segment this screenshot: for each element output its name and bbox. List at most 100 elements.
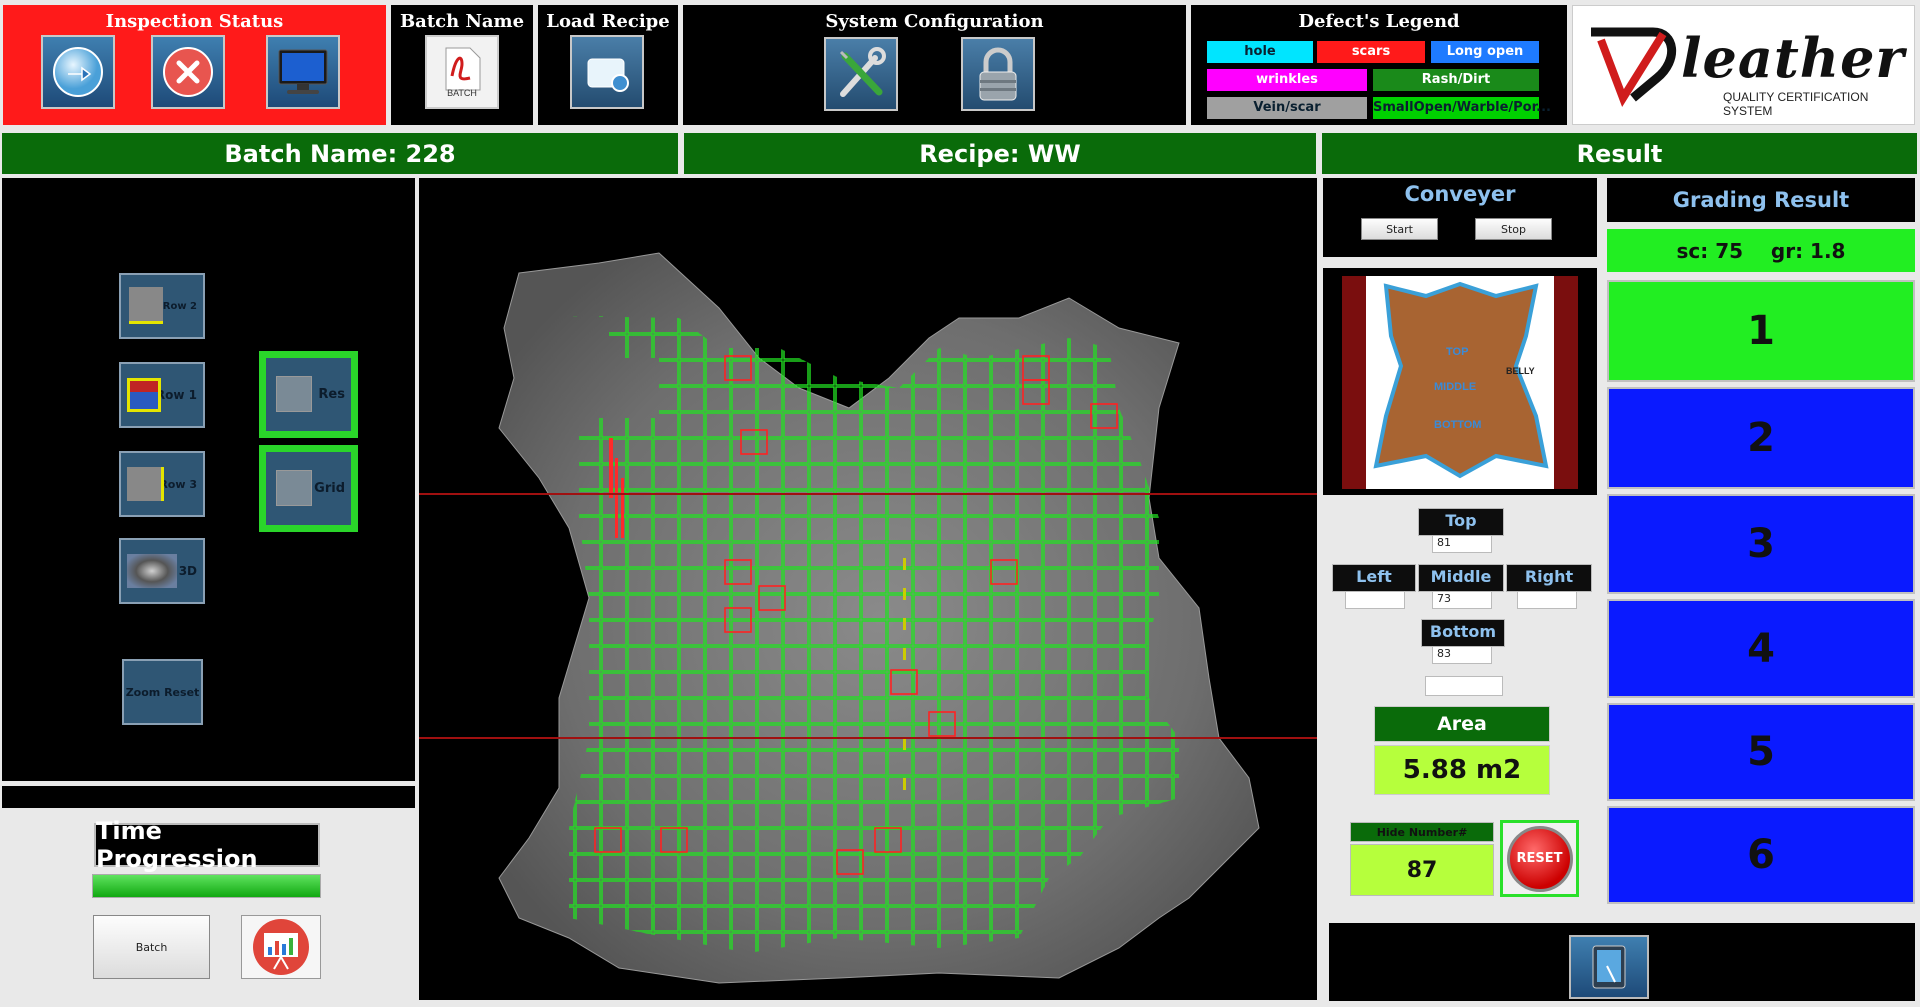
hide-scan-image [419,252,1317,984]
logo-tagline: QUALITY CERTIFICATION SYSTEM [1723,90,1869,118]
batch-name-title: Batch Name [399,11,525,32]
result-header: Result [1322,133,1917,174]
zone-middle-title: Middle [1418,564,1504,592]
report-button[interactable] [241,915,321,979]
res-label: Res [318,387,345,402]
bottom-action-strip [1329,923,1915,1001]
hide-image-viewer[interactable] [419,178,1317,1000]
pdf-icon [445,47,481,91]
view-controls-panel: Row 2 Row 1 Row 3 3D Zoom Reset Res Grid [2,178,415,781]
zone-left-value[interactable] [1345,591,1405,609]
score-grade-readout: sc: 75 gr: 1.8 [1607,229,1915,272]
grid-thumb [276,470,312,506]
start-inspection-button[interactable] [41,35,115,109]
reset-label: RESET [1516,851,1563,866]
reset-button[interactable]: RESET [1500,820,1579,897]
conveyer-stop-button[interactable]: Stop [1475,218,1552,240]
logo-wordmark: leather [1681,26,1905,90]
hide-number-value: 87 [1350,844,1494,896]
3d-view-button[interactable]: 3D [119,538,205,604]
grade-box-4[interactable]: 4 [1607,599,1915,698]
legend-chip-6: Vein/scar [1207,97,1367,119]
row3-button[interactable]: Row 3 [119,451,205,517]
grid-label: Grid [314,481,345,496]
row1-label: Row 1 [155,388,197,402]
batch-name-header: Batch Name: 228 [2,133,678,174]
grade-box-2[interactable]: 2 [1607,387,1915,489]
row2-thumb [129,287,163,324]
conveyer-panel: Conveyer Start Stop [1323,178,1597,257]
zone-top-value[interactable]: 81 [1432,535,1492,553]
zone-bottom-value[interactable]: 83 [1432,646,1492,664]
monitor-button[interactable] [266,35,340,109]
res-thumb [276,376,312,412]
status-strip [2,786,415,808]
zone-top-title: Top [1418,508,1504,536]
3d-label: 3D [178,564,197,578]
legend-chip-1: hole [1207,41,1313,63]
batch-icon-label: BATCH [447,88,477,98]
grade-box-3[interactable]: 3 [1607,494,1915,594]
monitor-icon [278,49,328,94]
inspection-status-panel: Inspection Status [3,5,386,125]
stop-inspection-button[interactable] [151,35,225,109]
zone-left-title: Left [1332,564,1416,592]
defects-legend-title: Defect's Legend [1298,11,1460,32]
grade-box-6[interactable]: 6 [1607,806,1915,904]
zone-right-title: Right [1506,564,1592,592]
row3-thumb [127,467,164,501]
inspection-status-title: Inspection Status [105,11,284,32]
grade-box-5[interactable]: 5 [1607,703,1915,801]
lock-button[interactable] [961,37,1035,111]
zone-bottom-title: Bottom [1421,619,1505,647]
row1-button[interactable]: Row 1 [119,362,205,428]
wrench-screwdriver-icon [839,47,886,97]
dv-logo-mark [1591,27,1677,107]
tablet-icon [1592,945,1626,989]
legend-chip-4: wrinkles [1207,69,1367,91]
row2-button[interactable]: Row 2 [119,273,205,339]
load-recipe-panel: Load Recipe [538,5,678,125]
batch-pdf-button[interactable]: BATCH [425,35,499,109]
zone-middle-label: MIDDLE [1434,381,1477,393]
load-recipe-title: Load Recipe [546,11,670,32]
hide-diagram-canvas: TOP MIDDLE BELLY BOTTOM [1366,276,1554,489]
row1-thumb [127,378,161,412]
folder-icon [587,58,629,92]
close-circle-icon [163,47,213,97]
padlock-icon [979,47,1017,101]
grade-box-1[interactable]: 1 [1607,280,1915,382]
row3-label: Row 3 [159,477,197,491]
system-configuration-title: System Configuration [825,11,1044,32]
zoom-reset-button[interactable]: Zoom Reset [122,659,203,725]
defects-legend-panel: Defect's Legend hole scars Long open wrinkl… [1191,5,1567,125]
tools-button[interactable] [824,37,898,111]
zone-extra-field[interactable] [1425,676,1503,696]
reset-circle: RESET [1506,825,1573,892]
tablet-button[interactable] [1569,935,1649,999]
system-configuration-panel: System Configuration [683,5,1186,125]
play-circle-icon [53,47,103,97]
legend-chip-3: Long open [1431,41,1539,63]
zone-right-value[interactable] [1517,591,1577,609]
zone-belly-label: BELLY [1506,366,1535,376]
legend-chip-7: SmallOpen/Warble/Por... [1373,97,1551,119]
res-toggle[interactable]: Res [259,351,358,438]
time-progression-title: Time Progression [94,817,320,873]
batch-button[interactable]: Batch [93,915,210,979]
batch-name-panel: Batch Name BATCH [391,5,533,125]
time-progress-fill [93,875,320,897]
load-recipe-button[interactable] [570,35,644,109]
hide-diagram-frame: TOP MIDDLE BELLY BOTTOM [1342,276,1578,489]
grading-result-title: Grading Result [1607,178,1915,222]
grid-toggle[interactable]: Grid [259,445,358,532]
3d-thumb [127,554,177,588]
legend-chip-2: scars [1317,41,1425,63]
conveyer-start-button[interactable]: Start [1361,218,1438,240]
zone-bottom-label: BOTTOM [1434,419,1482,431]
dvleather-logo: leather QUALITY CERTIFICATION SYSTEM [1572,5,1915,125]
conveyer-title: Conveyer [1404,182,1516,206]
area-label: Area [1374,706,1550,742]
hide-number-label: Hide Number# [1350,822,1494,842]
zone-middle-value[interactable]: 73 [1432,591,1492,609]
